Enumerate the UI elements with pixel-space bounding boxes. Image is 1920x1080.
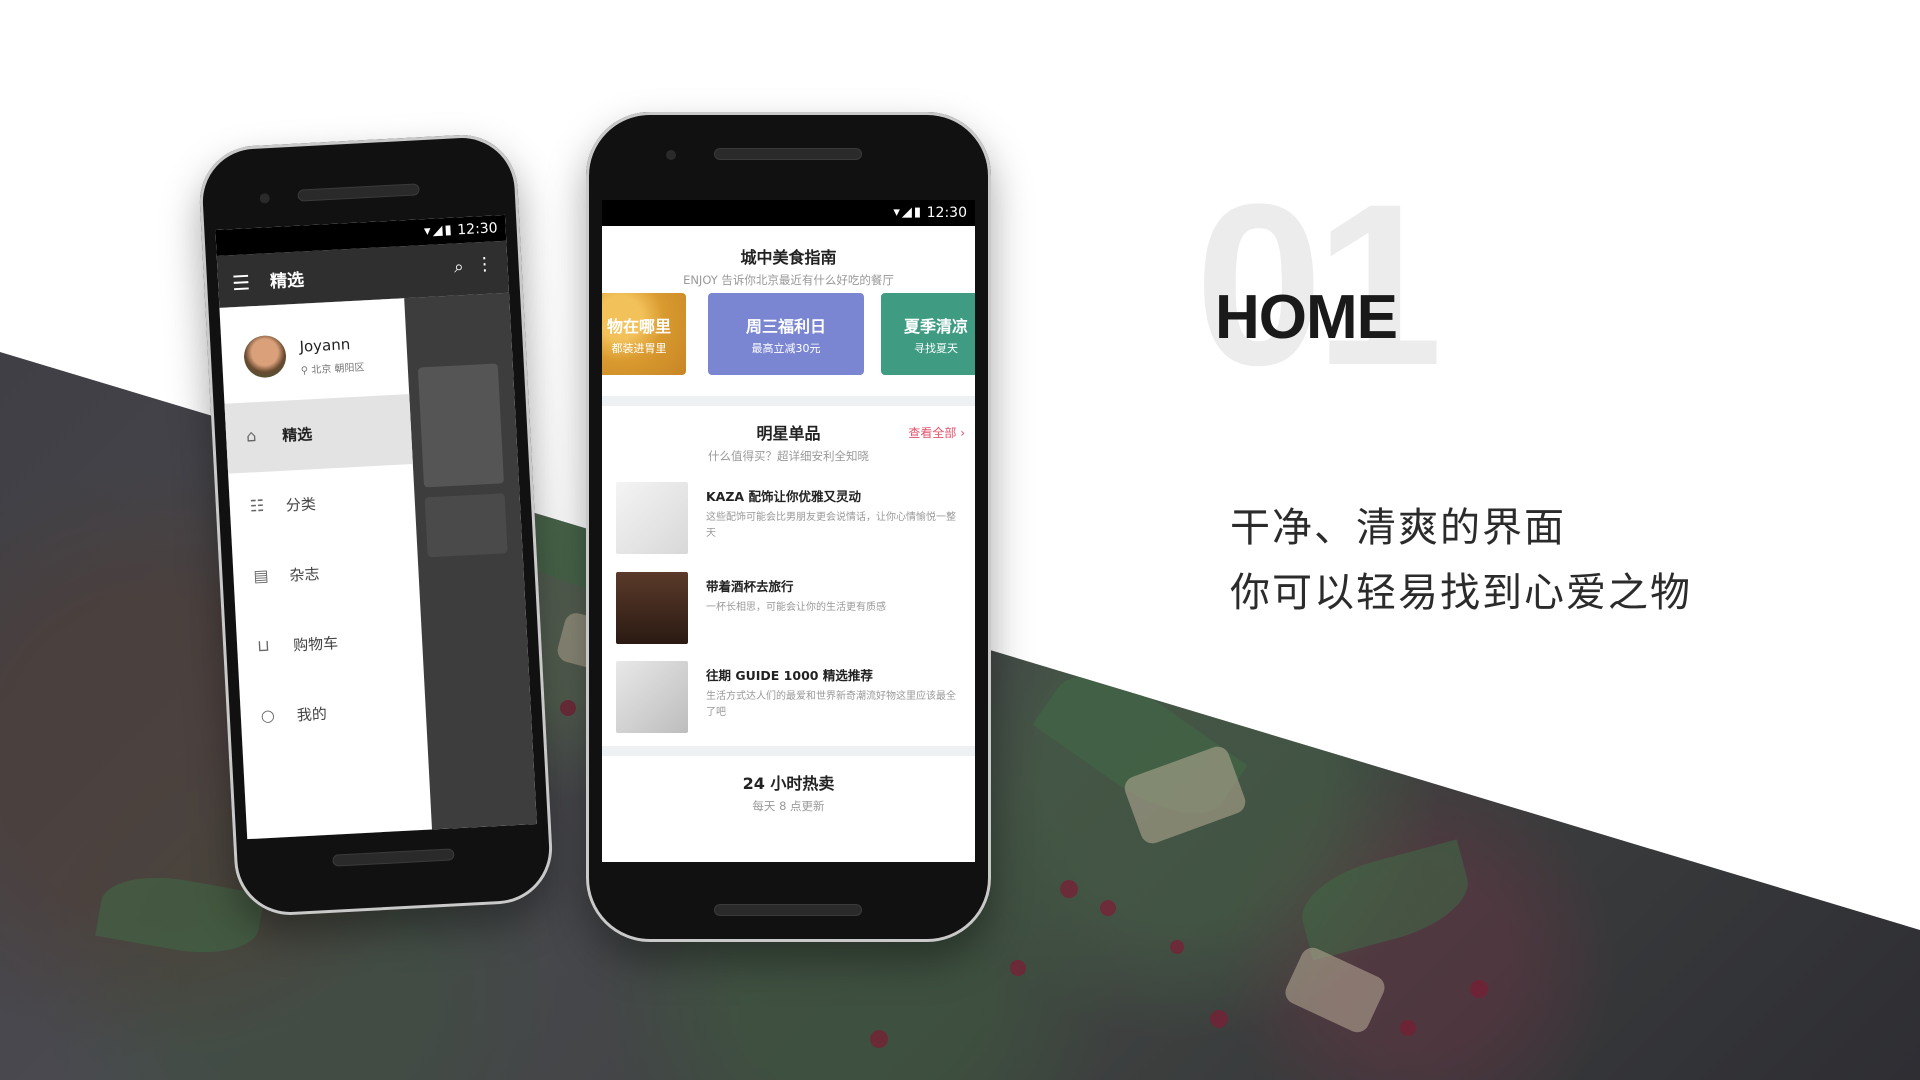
list-item[interactable]: 带着酒杯去旅行 一杯长相思，可能会让你的生活更有质感 xyxy=(602,566,975,652)
drawer-item-cart[interactable]: ⊔ 购物车 xyxy=(235,604,423,684)
home-icon: ⌂ xyxy=(245,426,257,446)
section-subtitle: ENJOY 告诉你北京最近有什么好吃的餐厅 xyxy=(683,273,894,287)
hamburger-menu-icon[interactable]: ☰ xyxy=(232,270,251,295)
magazine-icon: ▤ xyxy=(253,565,270,586)
view-all-link[interactable]: 查看全部 › xyxy=(908,424,965,441)
list-item[interactable]: KAZA 配饰让你优雅又灵动 这些配饰可能会比男朋友更会说情话，让你心情愉悦一整… xyxy=(602,476,975,562)
front-camera xyxy=(666,150,676,160)
tagline-line-2: 你可以轻易找到心爱之物 xyxy=(1230,570,1692,616)
drawer-item-featured[interactable]: ⌂ 精选 xyxy=(224,394,413,474)
location-pin-icon: ⚲ xyxy=(300,365,312,377)
item-title: 带着酒杯去旅行 xyxy=(706,579,794,594)
drawer-profile-header[interactable]: Joyann ⚲ 北京 朝阳区 xyxy=(219,298,409,404)
product-thumbnail xyxy=(616,482,688,554)
search-icon[interactable]: ⌕ xyxy=(454,257,465,277)
status-time: 12:30 xyxy=(456,220,499,239)
left-phone-mockup: ▾◢▮ 12:30 ☰ 精选 ⌕ ⋮ Joyann ⚲ 北京 朝阳区 ⌂ 精选 … xyxy=(197,132,555,918)
section-divider xyxy=(602,746,975,756)
section-subtitle: 什么值得买？超详细安利全知晓 xyxy=(708,449,869,463)
navigation-drawer: Joyann ⚲ 北京 朝阳区 ⌂ 精选 ☷ 分类 ▤ 杂志 ⊔ 购物车 ○ 我… xyxy=(219,298,433,840)
drawer-item-label: 分类 xyxy=(285,495,317,515)
profile-location: ⚲ 北京 朝阳区 xyxy=(300,362,365,377)
profile-name: Joyann xyxy=(299,335,351,356)
drawer-item-label: 购物车 xyxy=(292,634,339,655)
guide-banner[interactable]: 周三福利日 最高立减30元 xyxy=(708,293,864,375)
section-title: 城中美食指南 xyxy=(740,248,837,267)
left-phone-screen: ▾◢▮ 12:30 ☰ 精选 ⌕ ⋮ Joyann ⚲ 北京 朝阳区 ⌂ 精选 … xyxy=(215,214,537,840)
section-subtitle: 每天 8 点更新 xyxy=(752,799,825,813)
drawer-item-magazine[interactable]: ▤ 杂志 xyxy=(232,534,420,614)
item-description: 生活方式达人们的最爱和世界新奇潮流好物这里应该最全了吧 xyxy=(706,691,956,718)
status-bar: ▾◢▮ 12:30 xyxy=(602,200,975,226)
drawer-item-label: 杂志 xyxy=(289,565,320,585)
section-divider xyxy=(602,396,975,406)
product-thumbnail xyxy=(616,661,688,733)
toolbar-title: 精选 xyxy=(269,270,305,293)
featured-products-section: 明星单品 查看全部 › 什么值得买？超详细安利全知晓 KAZA 配饰让你优雅又灵… xyxy=(602,406,975,733)
drawer-item-label: 精选 xyxy=(281,425,313,445)
product-thumbnail xyxy=(616,572,688,644)
slide: 01 HOME 干净、清爽的界面 你可以轻易找到心爱之物 ▾◢▮ 12:30 ☰… xyxy=(0,0,1920,1080)
item-title: KAZA 配饰让你优雅又灵动 xyxy=(706,489,861,504)
right-phone-screen: ▾◢▮ 12:30 城中美食指南 ENJOY 告诉你北京最近有什么好吃的餐厅 物… xyxy=(602,200,975,862)
guide-banner[interactable]: 物在哪里 都装进胃里 xyxy=(602,293,686,375)
drawer-item-category[interactable]: ☷ 分类 xyxy=(228,464,416,544)
tagline-line-1: 干净、清爽的界面 xyxy=(1230,505,1566,551)
list-item[interactable]: 往期 GUIDE 1000 精选推荐 生活方式达人们的最爱和世界新奇潮流好物这里… xyxy=(602,655,975,741)
signal-wifi-battery-icon: ▾◢▮ xyxy=(423,222,455,240)
avatar[interactable] xyxy=(242,334,288,379)
hot-sales-section: 24 小时热卖 每天 8 点更新 xyxy=(602,756,975,862)
section-title: HOME xyxy=(1215,283,1398,352)
drawer-item-profile[interactable]: ○ 我的 xyxy=(239,674,427,754)
category-icon: ☷ xyxy=(249,495,265,516)
cart-icon: ⊔ xyxy=(256,635,271,656)
guide-banner[interactable]: 夏季清凉 寻找夏天 xyxy=(881,293,975,375)
bottom-speaker xyxy=(714,904,862,916)
item-title: 往期 GUIDE 1000 精选推荐 xyxy=(706,668,873,683)
item-description: 这些配饰可能会比男朋友更会说情话，让你心情愉悦一整天 xyxy=(706,512,956,539)
right-phone-mockup: ▾◢▮ 12:30 城中美食指南 ENJOY 告诉你北京最近有什么好吃的餐厅 物… xyxy=(586,112,991,942)
earpiece-speaker xyxy=(714,148,862,160)
section-title: 24 小时热卖 xyxy=(742,774,835,793)
item-description: 一杯长相思，可能会让你的生活更有质感 xyxy=(706,602,886,613)
drawer-item-label: 我的 xyxy=(296,704,328,725)
status-time: 12:30 xyxy=(926,205,967,221)
user-icon: ○ xyxy=(260,705,276,726)
signal-wifi-battery-icon: ▾◢▮ xyxy=(893,205,923,220)
more-options-icon[interactable]: ⋮ xyxy=(475,254,494,276)
